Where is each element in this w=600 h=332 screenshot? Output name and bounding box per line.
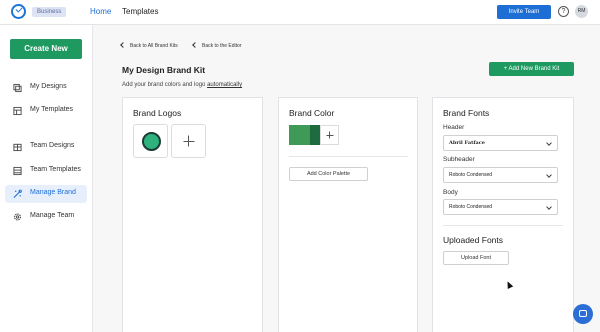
back-to-all-brand-kits-link[interactable]: Back to All Brand Kits bbox=[120, 42, 178, 49]
subtitle-text: Add your brand colors and logo bbox=[122, 82, 208, 88]
chevron-left-icon bbox=[192, 42, 198, 48]
panel-title: Brand Color bbox=[289, 108, 335, 118]
sidebar-item-label: Manage Team bbox=[30, 212, 75, 219]
header-font-label: Header bbox=[443, 124, 465, 131]
templates-icon bbox=[13, 106, 22, 116]
add-new-brand-kit-button[interactable]: + Add New Brand Kit bbox=[489, 62, 574, 76]
add-logo-button[interactable] bbox=[171, 124, 206, 158]
sidebar-item-my-templates[interactable]: My Templates bbox=[5, 102, 87, 120]
app-logo-icon[interactable] bbox=[11, 4, 26, 19]
sidebar-item-label: My Designs bbox=[30, 83, 67, 90]
sidebar-item-label: My Templates bbox=[30, 106, 74, 113]
sidebar: Create New My Designs My Templates Team … bbox=[0, 25, 93, 332]
plus-icon bbox=[183, 136, 194, 147]
team-templates-icon bbox=[13, 166, 22, 176]
uploaded-fonts-title: Uploaded Fonts bbox=[443, 235, 504, 245]
upload-font-button[interactable]: Upload Font bbox=[443, 251, 509, 265]
panel-title: Brand Fonts bbox=[443, 108, 490, 118]
back-link-label: Back to All Brand Kits bbox=[130, 43, 178, 49]
brand-color-panel: Brand Color Add Color Palette bbox=[278, 97, 418, 332]
brand-logo-image bbox=[142, 132, 161, 151]
avatar[interactable]: RM bbox=[575, 5, 588, 18]
create-new-button[interactable]: Create New bbox=[10, 39, 82, 59]
sidebar-item-my-designs[interactable]: My Designs bbox=[5, 79, 87, 97]
plan-badge: Business bbox=[32, 7, 67, 17]
divider bbox=[443, 225, 563, 226]
divider bbox=[289, 156, 408, 157]
team-designs-icon bbox=[13, 143, 22, 152]
brand-logos-panel: Brand Logos bbox=[122, 97, 263, 332]
chevron-down-icon bbox=[546, 140, 552, 146]
brand-logo-thumbnail[interactable] bbox=[133, 124, 168, 158]
color-swatch[interactable] bbox=[289, 125, 310, 145]
chevron-down-icon bbox=[546, 172, 552, 178]
add-color-palette-button[interactable]: Add Color Palette bbox=[289, 167, 368, 181]
select-value: Roboto Condensed bbox=[449, 204, 493, 210]
page-title: My Design Brand Kit bbox=[122, 65, 206, 75]
chevron-left-icon bbox=[120, 42, 126, 48]
back-link-label: Back to the Editor bbox=[202, 43, 242, 49]
subheader-font-label: Subheader bbox=[443, 156, 475, 163]
body-font-select[interactable]: Roboto Condensed bbox=[443, 199, 558, 215]
top-bar: Business Home Templates Invite Team ? RM bbox=[0, 0, 600, 25]
help-icon[interactable]: ? bbox=[558, 6, 569, 17]
subheader-font-select[interactable]: Roboto Condensed bbox=[443, 167, 558, 183]
sidebar-item-team-designs[interactable]: Team Designs bbox=[5, 138, 87, 156]
plus-icon bbox=[326, 132, 333, 139]
sidebar-item-label: Team Templates bbox=[30, 166, 81, 173]
add-color-button[interactable] bbox=[320, 125, 339, 145]
page-subtitle: Add your brand colors and logo automatic… bbox=[122, 82, 242, 88]
header-font-select[interactable]: Abril Fatface bbox=[443, 135, 558, 151]
select-value: Roboto Condensed bbox=[449, 172, 493, 178]
back-to-editor-link[interactable]: Back to the Editor bbox=[192, 42, 242, 49]
sidebar-item-team-templates[interactable]: Team Templates bbox=[5, 162, 87, 180]
sidebar-item-label: Team Designs bbox=[30, 142, 75, 149]
chat-bubble-icon bbox=[579, 310, 587, 317]
designs-icon bbox=[13, 83, 22, 93]
nav-home[interactable]: Home bbox=[90, 7, 111, 16]
gear-icon bbox=[13, 213, 22, 221]
invite-team-button[interactable]: Invite Team bbox=[497, 5, 551, 19]
chat-support-button[interactable] bbox=[573, 304, 593, 324]
nav-templates[interactable]: Templates bbox=[122, 7, 158, 16]
sidebar-item-manage-brand[interactable]: Manage Brand bbox=[5, 185, 87, 203]
sidebar-item-manage-team[interactable]: Manage Team bbox=[5, 208, 87, 226]
sidebar-item-label: Manage Brand bbox=[30, 189, 76, 196]
brand-icon bbox=[13, 189, 22, 198]
brand-fonts-panel: Brand Fonts Header Abril Fatface Subhead… bbox=[432, 97, 574, 332]
body-font-label: Body bbox=[443, 189, 458, 196]
automatically-link[interactable]: automatically bbox=[207, 82, 242, 88]
color-swatch[interactable] bbox=[310, 125, 320, 145]
panel-title: Brand Logos bbox=[133, 108, 182, 118]
select-value: Abril Fatface bbox=[449, 140, 485, 146]
chevron-down-icon bbox=[546, 204, 552, 210]
